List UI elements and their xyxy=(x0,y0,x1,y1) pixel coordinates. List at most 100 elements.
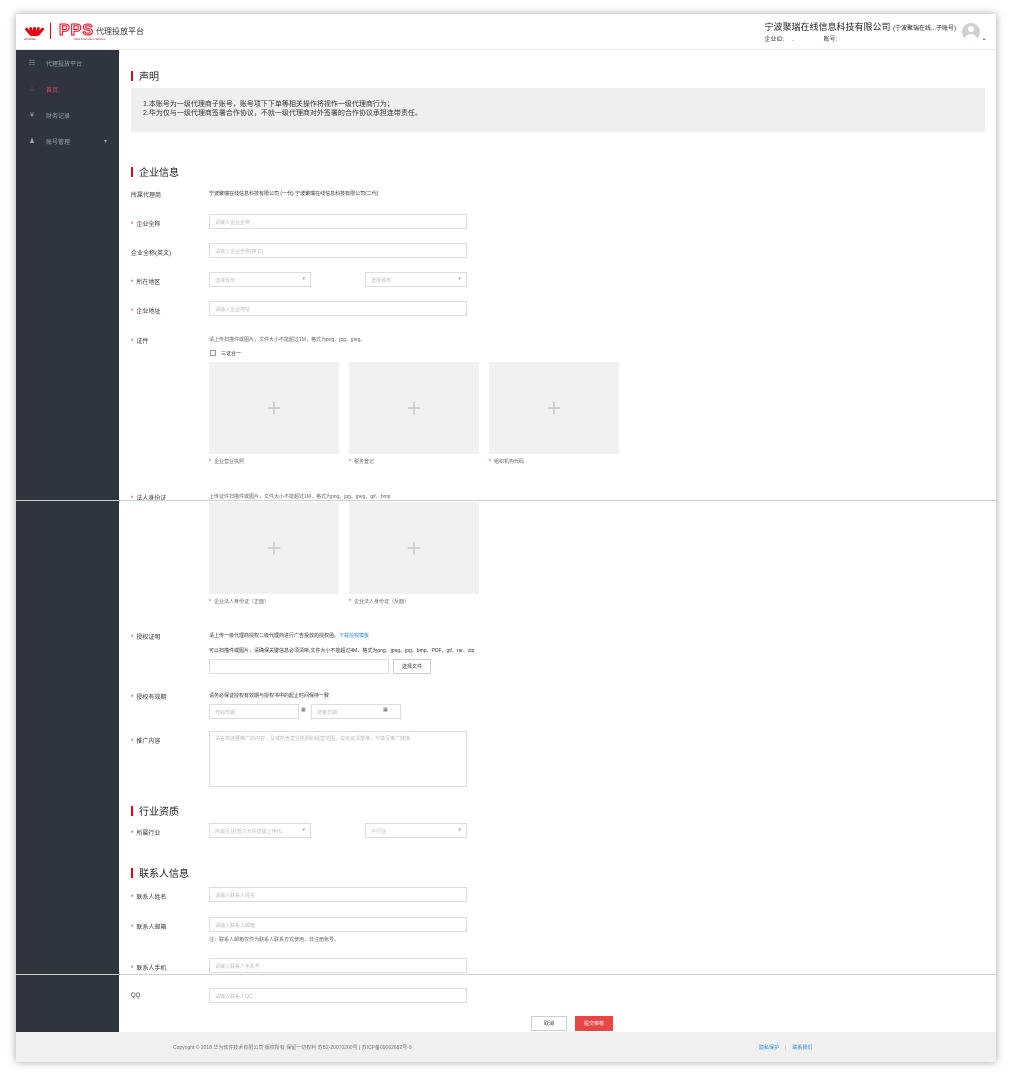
calendar-icon[interactable]: ▦ xyxy=(301,707,306,713)
chevron-down-icon: ▾ xyxy=(458,827,461,833)
industry-placeholder: 所属行业(暂只允许直属上传代... xyxy=(215,829,286,835)
sub-industry-select[interactable]: 子行业 ▾ xyxy=(365,823,467,838)
company-name-label-text: 企业全称 xyxy=(136,222,161,228)
privacy-link[interactable]: 隐私保护 xyxy=(759,1045,779,1051)
logo-divider xyxy=(50,23,51,39)
contact-name-label-text: 联系人姓名 xyxy=(136,895,167,901)
three-in-one-checkbox[interactable] xyxy=(210,350,216,356)
province-select[interactable]: 选择省份 ▾ xyxy=(209,272,311,287)
industry-section-title: 行业资质 xyxy=(131,803,179,818)
org-code-label: * 组织机构代码 xyxy=(489,459,524,465)
sidebar-footer xyxy=(16,1032,119,1062)
plus-icon: + xyxy=(406,392,422,423)
download-template-link[interactable]: 下载授权模板 xyxy=(339,633,369,639)
top-header: HUAWEI PPS Paid Promotion Service 代理投放平台… xyxy=(16,14,996,50)
upload-org-code[interactable]: + xyxy=(489,362,619,454)
contact-email-label: * 联系人邮箱 xyxy=(131,925,167,931)
huawei-label: HUAWEI xyxy=(24,37,36,41)
contact-phone-label-text: 联系人手机 xyxy=(136,966,167,972)
main-content: 声明 1.本账号为一级代理商子账号，账号项下下单等相关操作将视作一级代理商行为；… xyxy=(119,50,996,1032)
promo-label: * 推广内容 xyxy=(131,739,161,745)
sidebar-item-finance[interactable]: ¥ 财务记录 xyxy=(16,102,119,128)
footer-separator: | xyxy=(785,1045,787,1051)
sidebar-item-account[interactable]: ♟ 账号管理 ▾ xyxy=(16,128,119,154)
sidebar-item-label: 首页 xyxy=(46,87,59,94)
valid-period-hint: 请务必保证授权有效期与授权书中的起止时间保持一致 xyxy=(209,693,330,699)
business-license-label: * 企业营业执照 xyxy=(209,459,244,465)
huawei-logo-icon: HUAWEI xyxy=(24,24,45,41)
company-name-en-input[interactable]: 请输入企业全称(英文) xyxy=(209,243,467,258)
upload-tax-registration[interactable]: + xyxy=(349,362,479,454)
company-name-text: 宁波聚瑞在线信息科技有限公司 xyxy=(764,22,891,32)
enterprise-id-value: . xyxy=(792,37,794,43)
divider xyxy=(16,974,996,975)
sub-industry-placeholder: 子行业 xyxy=(371,829,387,835)
plus-icon: + xyxy=(266,532,282,563)
notice-line-2: 2.华为仅与一级代理商签署合作协议，不就一级代理商对外签署的合作协议承担连带责任… xyxy=(143,110,422,117)
address-label-text: 企业地址 xyxy=(136,309,161,315)
contact-email-input[interactable]: 请输入联系人邮箱 xyxy=(209,917,467,932)
logo[interactable]: HUAWEI PPS Paid Promotion Service 代理投放平台 xyxy=(24,22,145,41)
promo-textarea[interactable]: 请言简述要推广的内容，及或所含营业执照的经营范围，说完说清楚推，可填写推广链接 xyxy=(209,731,467,787)
business-license-text: 企业营业执照 xyxy=(213,459,244,465)
company-name-input[interactable]: 请输入企业全称 xyxy=(209,214,467,229)
legal-id-back-text: 企业法人身份证（反面） xyxy=(353,599,409,605)
industry-label-text: 所属行业 xyxy=(136,831,161,837)
home-icon: ⌂ xyxy=(29,85,35,93)
user-icon: ♟ xyxy=(28,138,36,145)
agent-label: 所属代理商 xyxy=(131,193,162,199)
auth-file-input[interactable] xyxy=(209,659,389,674)
auth-hint-2: 可以扫描件或图片，请确保关键信息必须清晰,文件大小不能超过4M，格式为png、j… xyxy=(209,648,475,654)
contact-phone-input[interactable]: 请输入联系人手机号 xyxy=(209,958,467,973)
company-name-en-label: 企业全称(英文) xyxy=(131,251,171,257)
calendar-icon[interactable]: ▦ xyxy=(383,707,388,713)
city-select[interactable]: 选择城市 ▾ xyxy=(365,272,467,287)
plus-icon: + xyxy=(406,532,422,563)
address-input[interactable]: 请输入企业地址 xyxy=(209,301,467,316)
start-date-input[interactable]: 开始日期 xyxy=(209,704,299,719)
upload-legal-id-back[interactable]: + xyxy=(349,502,479,594)
copyright: Copyright © 2018 华为软件技术有限公司 版权所有 保留一切权利 … xyxy=(173,1045,412,1051)
sidebar-title-label: 代理投放平台 xyxy=(46,61,83,68)
enterprise-id-label: 企业ID: xyxy=(764,37,785,43)
enterprise-section-title: 企业信息 xyxy=(131,164,179,179)
platform-name: 代理投放平台 xyxy=(96,26,145,36)
cert-label-text: 证件 xyxy=(136,339,149,345)
enterprise-id: 企业ID:. xyxy=(764,37,793,43)
end-date-placeholder: 结束日期 xyxy=(317,710,338,716)
auth-label-text: 授权证明 xyxy=(136,635,161,641)
valid-period-label: * 授权有效期 xyxy=(131,695,167,701)
company-info: 宁波聚瑞在线信息科技有限公司 (宁波聚瑞在线...子账号) 企业ID:. 账号: xyxy=(764,20,956,43)
qq-input[interactable]: 请输入联系人QQ xyxy=(209,988,467,1003)
sidebar-title[interactable]: ☷ 代理投放平台 xyxy=(16,50,119,76)
tax-registration-label: * 税务登记 xyxy=(349,459,374,465)
contact-name-input[interactable]: 请输入联系人姓名 xyxy=(209,887,467,902)
contact-link[interactable]: 联系我们 xyxy=(792,1045,812,1051)
choose-file-button[interactable]: 选择文件 xyxy=(393,659,431,674)
chevron-down-icon[interactable]: ⌄ xyxy=(981,34,987,42)
page-footer: Copyright © 2018 华为软件技术有限公司 版权所有 保留一切权利 … xyxy=(119,1032,996,1062)
user-avatar-icon[interactable] xyxy=(962,23,980,41)
notice-box: 1.本账号为一级代理商子账号，账号项下下单等相关操作将视作一级代理商行为； 2.… xyxy=(131,88,985,132)
chevron-down-icon: ▾ xyxy=(458,276,461,282)
divider xyxy=(16,500,996,501)
company-name-label: * 企业全称 xyxy=(131,222,161,228)
notice-line-1: 1.本账号为一级代理商子账号，账号项下下单等相关操作将视作一级代理商行为； xyxy=(143,101,394,108)
platform-icon: ☷ xyxy=(28,60,36,67)
industry-select[interactable]: 所属行业(暂只允许直属上传代... ▾ xyxy=(209,823,311,838)
chevron-down-icon: ▾ xyxy=(302,276,305,282)
upload-legal-id-front[interactable]: + xyxy=(209,502,339,594)
submit-button[interactable]: 提交审核 xyxy=(575,1016,613,1031)
tax-registration-text: 税务登记 xyxy=(353,459,374,465)
plus-icon: + xyxy=(266,392,282,423)
cancel-button[interactable]: 取消 xyxy=(531,1016,567,1031)
chevron-down-icon: ▾ xyxy=(103,138,107,145)
contact-name-label: * 联系人姓名 xyxy=(131,895,167,901)
upload-business-license[interactable]: + xyxy=(209,362,339,454)
org-code-text: 组织机构代码 xyxy=(493,459,524,465)
sidebar-item-home[interactable]: ⌂ 首页 xyxy=(16,76,119,102)
company-meta: 企业ID:. 账号: xyxy=(764,34,956,43)
region-label-text: 所在地区 xyxy=(136,280,161,286)
legal-id-back-label: * 企业法人身份证（反面） xyxy=(349,599,409,605)
cert-hint: 请上传扫描件或图片，文件大小不能超过1M，格式为png、jpg、jpeg。 xyxy=(209,337,366,343)
